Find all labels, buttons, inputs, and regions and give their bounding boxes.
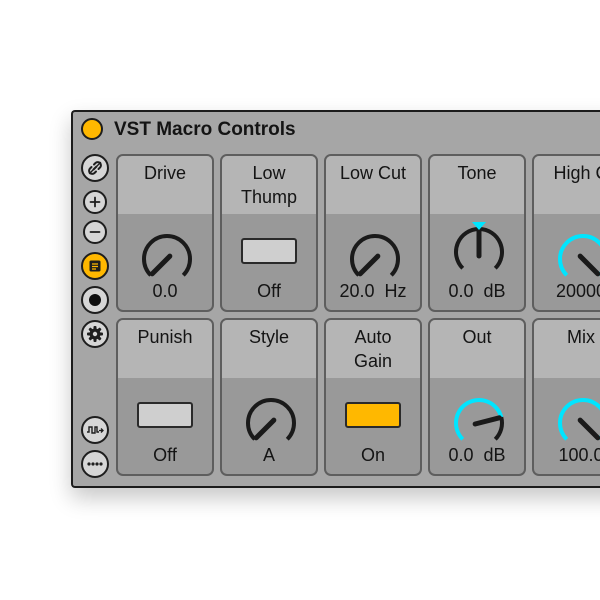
macro-low-cut-value: 20.0 Hz <box>339 281 407 301</box>
macro-auto-gain-label: Auto Gain <box>353 327 393 371</box>
mix-knob[interactable] <box>553 391 600 451</box>
macro-high-c-value: 20000 <box>555 281 600 301</box>
punish-toggle[interactable] <box>137 402 193 428</box>
low-cut-knob[interactable] <box>345 227 405 287</box>
macro-punish-label: Punish <box>137 327 193 347</box>
tone-knob-track <box>478 227 504 270</box>
device-title: VST Macro Controls <box>114 119 296 140</box>
more-icon <box>87 462 103 466</box>
macro-tone[interactable]: Tone 0.0 dB <box>428 154 526 312</box>
plus-icon <box>89 196 101 208</box>
macro-drive[interactable]: Drive 0.0 <box>116 154 214 312</box>
high-c-knob[interactable] <box>553 227 600 287</box>
settings-button[interactable] <box>81 320 109 348</box>
macro-low-thump-label: Low Thump <box>240 163 298 207</box>
mix-knob-pointer <box>577 417 600 441</box>
minus-icon <box>89 231 101 233</box>
macro-low-thump-value: Off <box>257 281 281 301</box>
macro-mix[interactable]: Mix 100.0 <box>532 318 600 476</box>
device-power-button[interactable] <box>81 118 103 140</box>
macro-out[interactable]: Out 0.0 dB <box>428 318 526 476</box>
notes-button[interactable] <box>81 252 109 280</box>
macro-tone-label: Tone <box>457 163 497 183</box>
note-icon <box>89 260 101 272</box>
vst-macro-device: VST Macro Controls Drive 0.0 Low Thump O… <box>71 110 600 488</box>
macro-out-value: 0.0 dB <box>448 445 506 465</box>
tone-knob-arc <box>454 227 480 270</box>
macro-low-cut[interactable]: Low Cut 20.0 Hz <box>324 154 422 312</box>
macro-low-cut-label: Low Cut <box>339 163 407 183</box>
macro-style[interactable]: Style A <box>220 318 318 476</box>
style-knob-pointer <box>253 417 277 441</box>
routing-button[interactable] <box>81 416 109 444</box>
macro-style-value: A <box>262 445 275 465</box>
gear-icon <box>87 326 103 342</box>
macro-drive-label: Drive <box>143 163 186 183</box>
add-macro-button[interactable] <box>83 190 107 214</box>
out-knob[interactable] <box>449 391 509 451</box>
macro-tone-value: 0.0 dB <box>448 281 506 301</box>
link-icon <box>88 161 102 175</box>
macro-punish-value: Off <box>153 445 177 465</box>
style-knob[interactable] <box>241 391 301 451</box>
tone-knob[interactable] <box>449 220 509 280</box>
macro-auto-gain[interactable]: Auto Gain On <box>324 318 422 476</box>
signal-icon <box>87 426 104 434</box>
device-title-bar: VST Macro Controls <box>73 112 600 148</box>
high-c-knob-pointer <box>577 253 600 277</box>
macro-drive-value: 0.0 <box>152 281 178 301</box>
screen: VST Macro Controls Drive 0.0 Low Thump O… <box>0 0 600 600</box>
macro-punish[interactable]: Punish Off <box>116 318 214 476</box>
macro-mix-label: Mix <box>567 327 595 347</box>
macro-high-c-label: High C <box>553 163 600 183</box>
remove-macro-button[interactable] <box>83 220 107 244</box>
drive-knob[interactable] <box>137 227 197 287</box>
macro-low-thump[interactable]: Low Thump Off <box>220 154 318 312</box>
macro-auto-gain-value: On <box>360 445 385 465</box>
macro-high-c[interactable]: High C 20000 <box>532 154 600 312</box>
drive-knob-pointer <box>149 253 173 277</box>
low-cut-knob-pointer <box>357 253 381 277</box>
record-button[interactable] <box>81 286 109 314</box>
out-knob-pointer <box>472 415 502 427</box>
more-button[interactable] <box>81 450 109 478</box>
low-thump-toggle[interactable] <box>241 238 297 264</box>
macro-out-label: Out <box>462 327 492 347</box>
macro-mix-value: 100.0 <box>558 445 600 465</box>
record-icon <box>89 294 101 306</box>
auto-gain-toggle[interactable] <box>345 402 401 428</box>
macro-style-label: Style <box>248 327 290 347</box>
link-button[interactable] <box>81 154 109 182</box>
